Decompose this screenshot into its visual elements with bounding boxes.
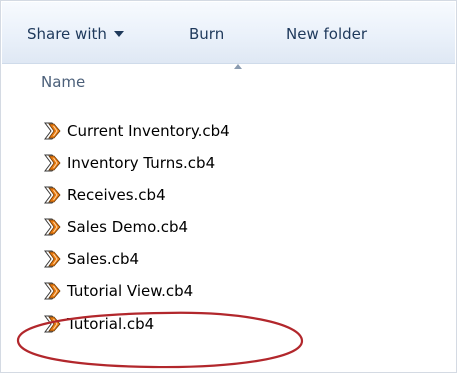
file-name: Sales Demo.cb4 xyxy=(67,218,189,236)
cb4-file-icon xyxy=(41,120,63,142)
share-with-label: Share with xyxy=(27,25,107,43)
file-name: Sales.cb4 xyxy=(67,250,140,268)
file-name: Current Inventory.cb4 xyxy=(67,122,230,140)
command-bar: Share with Burn New folder xyxy=(2,2,455,64)
chevron-down-icon xyxy=(113,31,124,37)
share-with-button[interactable]: Share with xyxy=(27,25,124,43)
cb4-file-icon xyxy=(41,184,63,206)
new-folder-button[interactable]: New folder xyxy=(286,25,367,43)
list-item[interactable]: Sales.cb4 xyxy=(41,244,139,274)
cb4-file-icon xyxy=(41,280,63,302)
list-item[interactable]: Sales Demo.cb4 xyxy=(41,212,188,242)
cb4-file-icon xyxy=(41,152,63,174)
list-item[interactable]: Current Inventory.cb4 xyxy=(41,116,230,146)
list-item[interactable]: Tutorial View.cb4 xyxy=(41,276,193,306)
file-name: Inventory Turns.cb4 xyxy=(67,154,216,172)
explorer-window: Share with Burn New folder Name Current … xyxy=(0,0,457,373)
cb4-file-icon xyxy=(41,248,63,270)
sort-ascending-icon xyxy=(234,64,242,69)
name-column-header[interactable]: Name xyxy=(41,73,85,91)
file-name: Tutorial View.cb4 xyxy=(67,282,194,300)
cb4-file-icon xyxy=(41,216,63,238)
file-name: Receives.cb4 xyxy=(67,186,166,204)
burn-button[interactable]: Burn xyxy=(189,25,224,43)
list-item[interactable]: Receives.cb4 xyxy=(41,180,166,210)
list-item[interactable]: Inventory Turns.cb4 xyxy=(41,148,215,178)
highlight-ellipse xyxy=(16,311,304,369)
